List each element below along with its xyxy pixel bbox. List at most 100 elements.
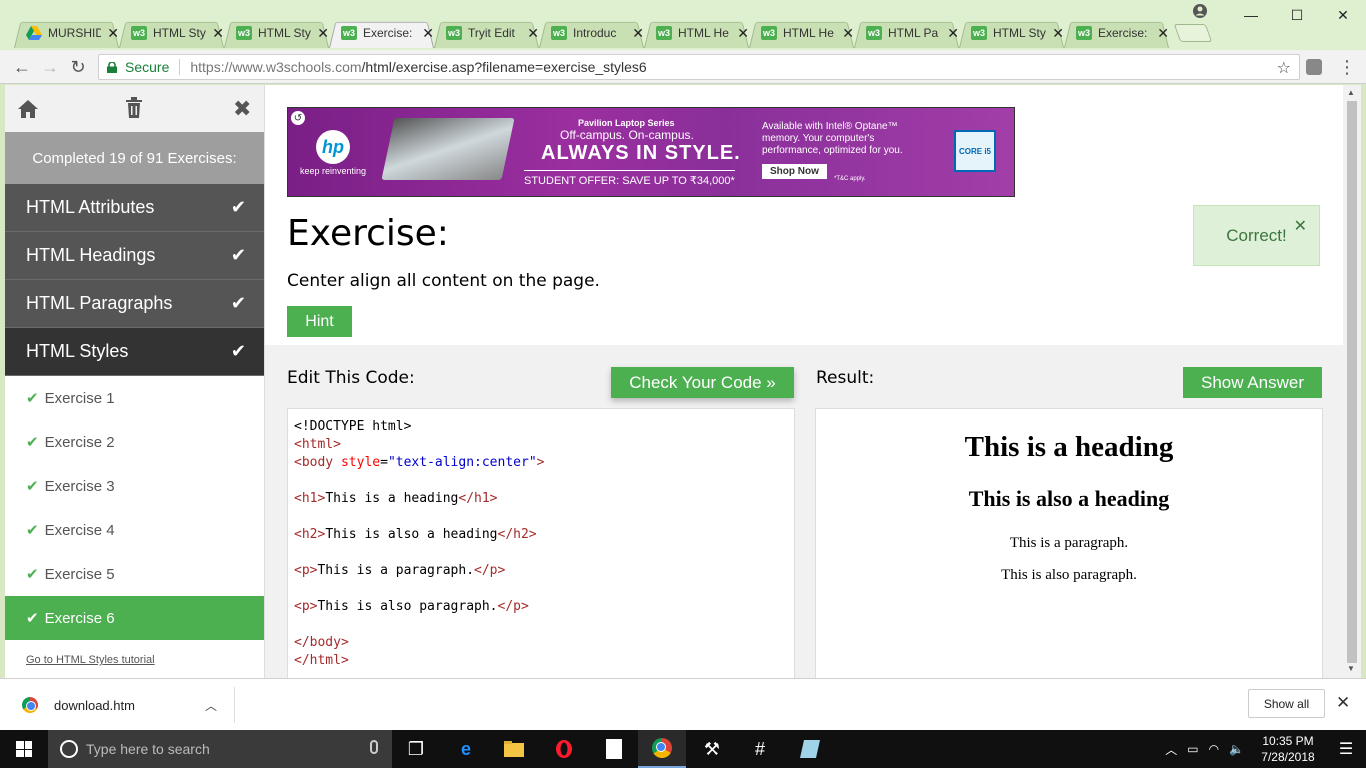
close-window-icon[interactable]: ✕ [1320, 0, 1366, 30]
exercise-item-3[interactable]: ✔ Exercise 3 [5, 464, 264, 508]
extension-icon[interactable] [1306, 59, 1322, 75]
edge-icon[interactable]: e [442, 730, 490, 768]
exercise-item-5[interactable]: ✔ Exercise 5 [5, 552, 264, 596]
scroll-up-icon[interactable]: ▲ [1347, 88, 1355, 97]
close-icon[interactable]: ✕ [527, 25, 539, 42]
checkmark-icon: ✔ [230, 197, 246, 217]
notes-app-icon[interactable] [786, 730, 834, 768]
microphone-icon[interactable] [370, 740, 378, 754]
show-answer-button[interactable]: Show Answer [1183, 367, 1322, 398]
close-icon[interactable]: ✕ [947, 25, 959, 42]
topic-label: HTML Paragraphs [26, 293, 173, 313]
close-icon[interactable]: ✕ [1336, 693, 1350, 713]
bookmark-star-icon[interactable]: ☆ [1277, 58, 1291, 78]
close-icon[interactable]: ✕ [842, 25, 854, 42]
tab-8[interactable]: w3 HTML Pa ✕ [854, 18, 959, 48]
back-arrow-icon[interactable]: ← [11, 56, 33, 78]
close-icon[interactable]: ✕ [107, 25, 119, 42]
code-h2-close: </h2> [497, 527, 537, 542]
close-icon[interactable]: ✕ [422, 25, 434, 42]
checkmark-icon: ✔ [26, 610, 39, 627]
tools-icon[interactable]: ⚒ [688, 730, 736, 768]
download-item[interactable]: download.htm [22, 691, 234, 719]
scroll-thumb[interactable] [1347, 101, 1357, 663]
code-body-attr: style [340, 455, 381, 470]
exercise-item-4[interactable]: ✔ Exercise 4 [5, 508, 264, 552]
hp-advertisement[interactable]: ↺ hp keep reinventing Pavilion Laptop Se… [287, 107, 1015, 197]
home-icon[interactable] [17, 99, 39, 119]
clock-time: 10:35 PM [1262, 734, 1314, 748]
battery-icon[interactable]: ▭ [1187, 742, 1198, 756]
maximize-icon[interactable]: ☐ [1274, 0, 1320, 30]
close-sidebar-icon[interactable]: ✖ [233, 96, 251, 122]
tutorial-link[interactable]: Go to HTML Styles tutorial [26, 654, 264, 666]
reload-icon[interactable]: ↻ [67, 56, 89, 78]
notepad-icon[interactable] [590, 730, 638, 768]
chrome-icon[interactable] [638, 730, 686, 768]
check-code-button[interactable]: Check Your Code » [611, 367, 794, 398]
exercise-item-6-active[interactable]: ✔ Exercise 6 [5, 596, 264, 640]
new-tab-button[interactable] [1173, 24, 1213, 42]
file-explorer-icon[interactable] [490, 730, 538, 768]
menu-icon[interactable]: ⋮ [1338, 56, 1356, 78]
chevron-up-icon[interactable]: ︿ [1165, 741, 1177, 758]
taskbar-search[interactable]: Type here to search [48, 730, 392, 768]
code-editor[interactable]: <!DOCTYPE html> <html> <body style="text… [287, 408, 795, 678]
hint-button[interactable]: Hint [287, 306, 352, 337]
clock[interactable]: 10:35 PM 7/28/2018 [1250, 733, 1326, 765]
show-all-button[interactable]: Show all [1248, 689, 1325, 718]
wifi-icon[interactable]: ◠ [1209, 742, 1219, 756]
close-icon[interactable]: ✕ [737, 25, 749, 42]
tab-3-active[interactable]: w3 Exercise: ✕ [329, 18, 434, 48]
exercise-label: Exercise 2 [44, 433, 115, 451]
replay-icon[interactable]: ↺ [291, 111, 305, 125]
start-button[interactable] [0, 730, 48, 768]
scroll-down-icon[interactable]: ▼ [1347, 664, 1355, 673]
opera-icon[interactable] [540, 730, 588, 768]
page-title: Exercise: [287, 213, 449, 254]
topic-html-attributes[interactable]: HTML Attributes ✔ [5, 184, 264, 232]
chrome-logo-icon [652, 738, 672, 758]
ad-terms: *T&C apply. [834, 176, 866, 182]
ad-tagline: keep reinventing [300, 166, 367, 176]
chevron-up-icon[interactable]: ︿ [205, 697, 217, 714]
tab-5[interactable]: w3 Introduc ✕ [539, 18, 644, 48]
tab-1[interactable]: w3 HTML Sty ✕ [119, 18, 224, 48]
close-icon[interactable]: ✕ [212, 25, 224, 42]
slack-icon[interactable]: # [736, 730, 784, 768]
exercise-item-2[interactable]: ✔ Exercise 2 [5, 420, 264, 464]
topic-html-headings[interactable]: HTML Headings ✔ [5, 232, 264, 280]
minimize-icon[interactable]: — [1228, 0, 1274, 30]
close-icon[interactable]: ✕ [1294, 216, 1307, 236]
tab-4[interactable]: w3 Tryit Edit ✕ [434, 18, 539, 48]
notifications-icon[interactable]: ☰ [1326, 739, 1366, 759]
page-scrollbar[interactable]: ▲ ▼ [1343, 85, 1361, 678]
edit-code-label: Edit This Code: [287, 368, 415, 388]
topic-html-paragraphs[interactable]: HTML Paragraphs ✔ [5, 280, 264, 328]
w3-icon: w3 [761, 26, 777, 40]
close-icon[interactable]: ✕ [317, 25, 329, 42]
tab-2[interactable]: w3 HTML Sty ✕ [224, 18, 329, 48]
tab-10[interactable]: w3 Exercise: ✕ [1064, 18, 1169, 48]
tab-9[interactable]: w3 HTML Sty ✕ [959, 18, 1064, 48]
trash-icon[interactable] [125, 97, 143, 119]
tab-7[interactable]: w3 HTML He ✕ [749, 18, 854, 48]
shop-now-button[interactable]: Shop Now [762, 164, 827, 179]
code-body-open: <body [294, 455, 334, 470]
volume-icon[interactable]: 🔈 [1229, 742, 1244, 756]
close-icon[interactable]: ✕ [632, 25, 644, 42]
task-view-icon[interactable]: ❐ [392, 730, 440, 768]
exercise-item-1[interactable]: ✔ Exercise 1 [5, 376, 264, 420]
address-bar[interactable]: Secure https://www.w3schools.com/html/ex… [98, 54, 1300, 80]
close-icon[interactable]: ✕ [1052, 25, 1064, 42]
tab-6[interactable]: w3 HTML He ✕ [644, 18, 749, 48]
profile-icon[interactable] [1192, 3, 1208, 19]
forward-arrow-icon[interactable]: → [39, 56, 61, 78]
close-icon[interactable]: ✕ [1157, 25, 1169, 42]
tab-0[interactable]: MURSHID ✕ [14, 18, 119, 48]
tab-title: Exercise: [1098, 26, 1148, 40]
secure-label: Secure [125, 59, 170, 75]
code-p1-open: <p> [294, 563, 318, 578]
topic-html-styles[interactable]: HTML Styles ✔ [5, 328, 264, 376]
exercise-label: Exercise 6 [44, 609, 115, 627]
